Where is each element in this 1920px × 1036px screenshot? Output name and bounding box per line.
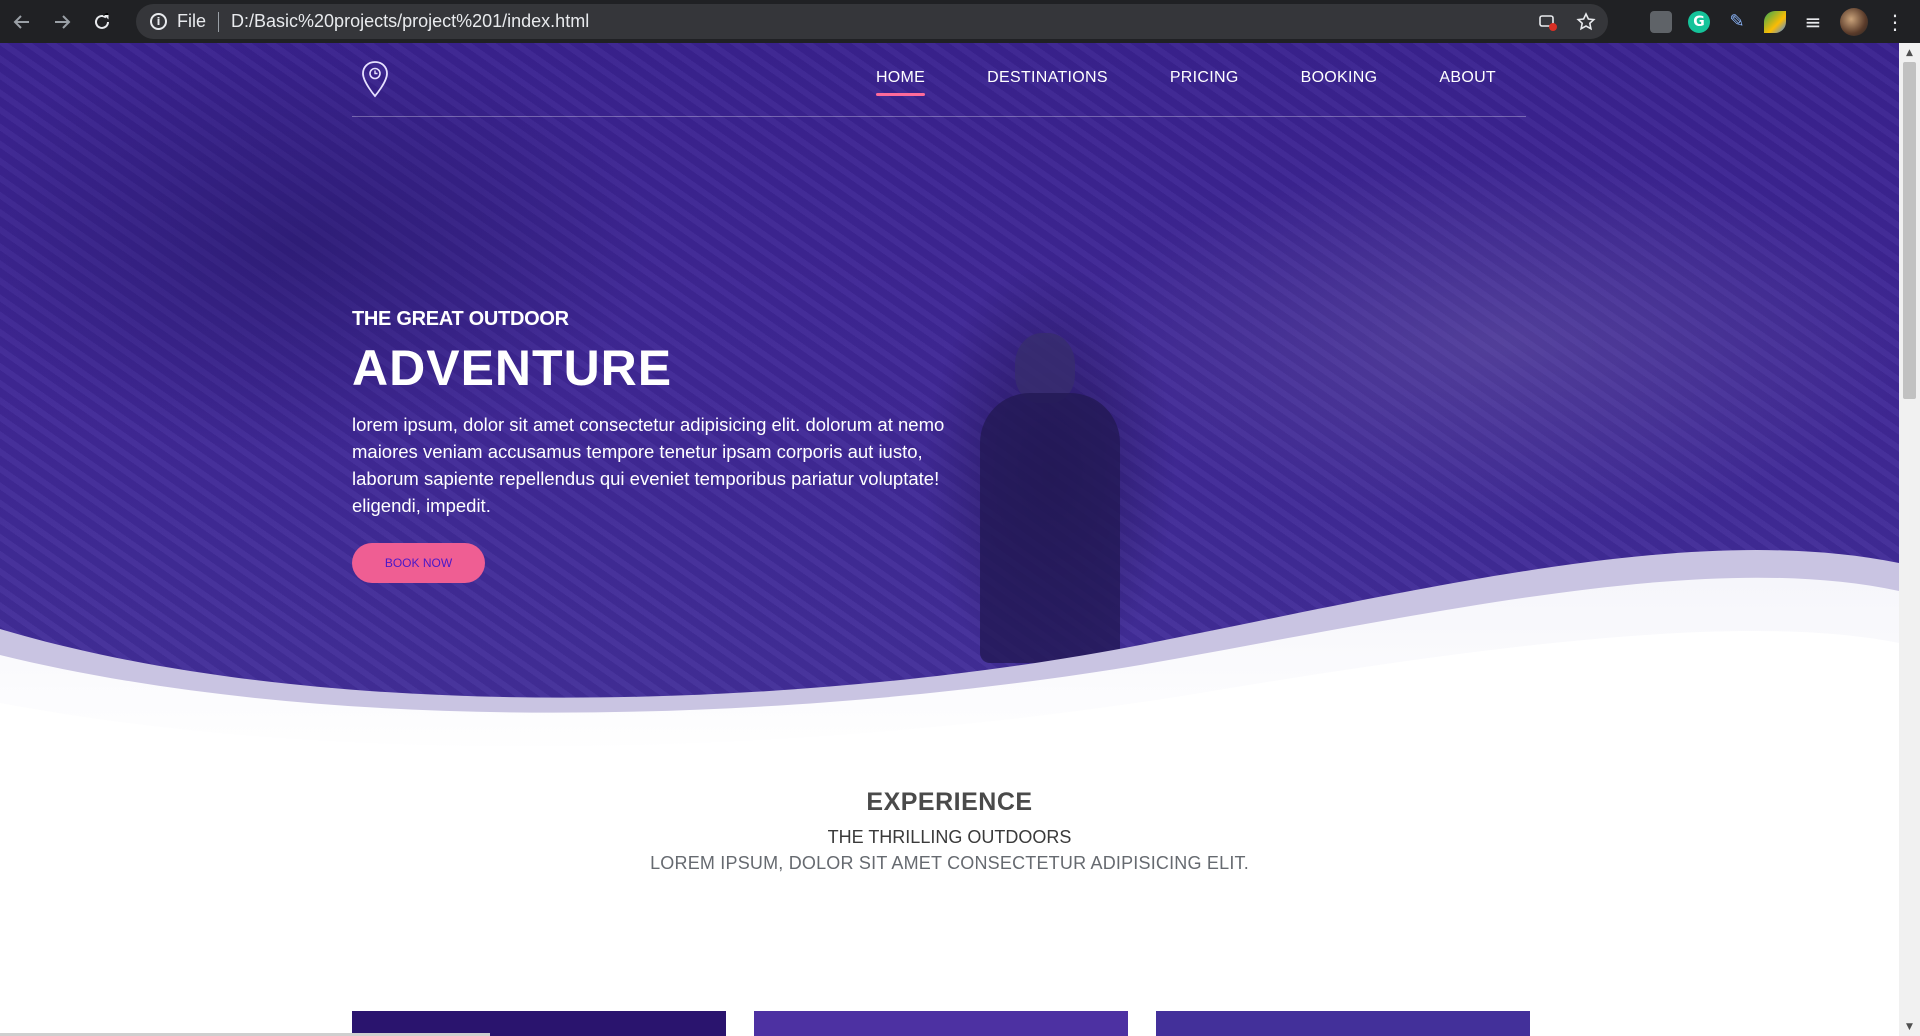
forward-button[interactable] (44, 4, 80, 40)
extension-icon[interactable] (1650, 10, 1672, 33)
page-viewport: HOME DESTINATIONS PRICING BOOKING ABOUT … (0, 43, 1899, 1036)
nav-pricing[interactable]: PRICING (1170, 69, 1239, 87)
experience-description: LOREM IPSUM, DOLOR SIT AMET CONSECTETUR … (650, 853, 1249, 873)
experience-cards (352, 1011, 1530, 1036)
hero-title: ADVENTURE (352, 340, 673, 396)
experience-subtitle: THE THRILLING OUTDOORS (827, 827, 1072, 847)
main-navbar: HOME DESTINATIONS PRICING BOOKING ABOUT (352, 43, 1526, 117)
grammarly-icon[interactable]: G (1688, 10, 1710, 33)
blocked-content-icon[interactable] (1538, 12, 1558, 32)
media-queue-icon[interactable]: ≡ (1802, 10, 1824, 34)
nav-about[interactable]: ABOUT (1439, 69, 1496, 87)
pen-extension-icon[interactable]: ✎ (1726, 11, 1748, 33)
url-text[interactable]: D:/Basic%20projects/project%201/index.ht… (231, 11, 589, 32)
leaf-extension-icon[interactable] (1764, 10, 1786, 33)
nav-booking[interactable]: BOOKING (1301, 69, 1378, 87)
location-pin-logo-icon[interactable] (360, 60, 390, 98)
hero-section: HOME DESTINATIONS PRICING BOOKING ABOUT … (0, 43, 1899, 763)
reload-button[interactable] (84, 4, 120, 40)
hero-lead-text: lorem ipsum, dolor sit amet consectetur … (352, 414, 945, 516)
book-now-button[interactable]: BOOK NOW (352, 543, 485, 583)
profile-avatar[interactable] (1840, 7, 1868, 36)
nav-home[interactable]: HOME (875, 69, 926, 96)
browser-toolbar: i File D:/Basic%20projects/project%201/i… (0, 0, 1920, 43)
back-button[interactable] (4, 4, 40, 40)
address-separator (218, 11, 220, 32)
info-icon[interactable]: i (150, 13, 167, 30)
nav-destinations[interactable]: DESTINATIONS (987, 69, 1108, 87)
experience-title: EXPERIENCE (866, 788, 1033, 816)
arrow-right-icon (55, 14, 71, 29)
scheme-label: File (177, 11, 207, 31)
vertical-scrollbar[interactable]: ▲ ▼ (1899, 43, 1920, 1036)
reload-icon (95, 12, 109, 29)
scroll-up-icon[interactable]: ▲ (1899, 44, 1920, 61)
browser-menu-icon[interactable]: ⋮ (1884, 10, 1906, 34)
experience-card[interactable] (1156, 1011, 1530, 1036)
scroll-down-icon[interactable]: ▼ (1899, 1018, 1920, 1035)
scrollbar-thumb[interactable] (1903, 62, 1916, 399)
experience-card[interactable] (754, 1011, 1128, 1036)
experience-section: EXPERIENCE THE THRILLING OUTDOORS LOREM … (0, 788, 1899, 874)
hero-subtitle: THE GREAT OUTDOOR (352, 308, 569, 330)
bookmark-star-icon[interactable] (1576, 11, 1596, 32)
hero-content: THE GREAT OUTDOOR ADVENTURE lorem ipsum,… (352, 308, 1002, 583)
address-bar[interactable]: i File D:/Basic%20projects/project%201/i… (136, 4, 1608, 39)
arrow-left-icon (13, 14, 29, 29)
